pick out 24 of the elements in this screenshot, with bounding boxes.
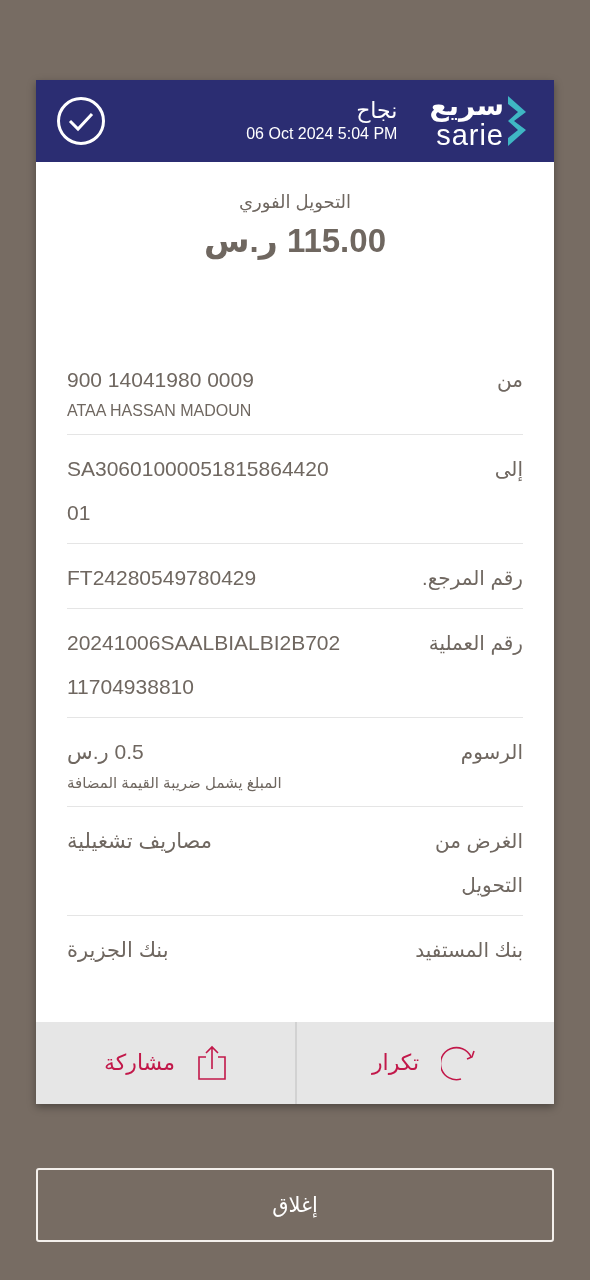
detail-value: FT24280549780429 xyxy=(67,565,257,591)
detail-value: 20241006SAALBIALBI2B702 11704938810 xyxy=(67,630,341,700)
amount-text: 115.00 ر.س xyxy=(203,221,387,262)
detail-label: الرسوم xyxy=(460,740,523,766)
detail-label: رقم المرجع. xyxy=(422,566,523,592)
logo-mark-icon xyxy=(506,94,528,148)
detail-note: المبلغ يشمل ضريبة القيمة المضافة xyxy=(67,774,282,792)
detail-label: بنك المستفيد xyxy=(415,938,523,963)
check-circle-icon xyxy=(56,96,106,146)
detail-value: 900 14041980 0009 xyxy=(67,367,254,393)
close-button[interactable]: إغلاق xyxy=(36,1168,554,1242)
detail-label: رقم العملية xyxy=(428,631,523,657)
detail-value: SA30601000051815864420 01 xyxy=(67,456,329,526)
status-text: نجاح xyxy=(356,98,398,124)
detail-value: مصاريف تشغيلية xyxy=(67,828,212,855)
share-icon xyxy=(197,1045,227,1081)
detail-label: الغرض من التحويل xyxy=(435,829,523,899)
transfer-type: التحويل الفوري xyxy=(237,191,353,214)
date-time: 06 Oct 2024 5:04 PM xyxy=(246,124,398,144)
detail-label: إلى xyxy=(494,457,523,483)
detail-value: بنك الجزيرة xyxy=(67,937,169,964)
detail-value: 0.5 ر.س xyxy=(67,739,144,766)
detail-label: من xyxy=(497,368,523,394)
detail-note: ATAA HASSAN MADOUN xyxy=(67,402,252,420)
